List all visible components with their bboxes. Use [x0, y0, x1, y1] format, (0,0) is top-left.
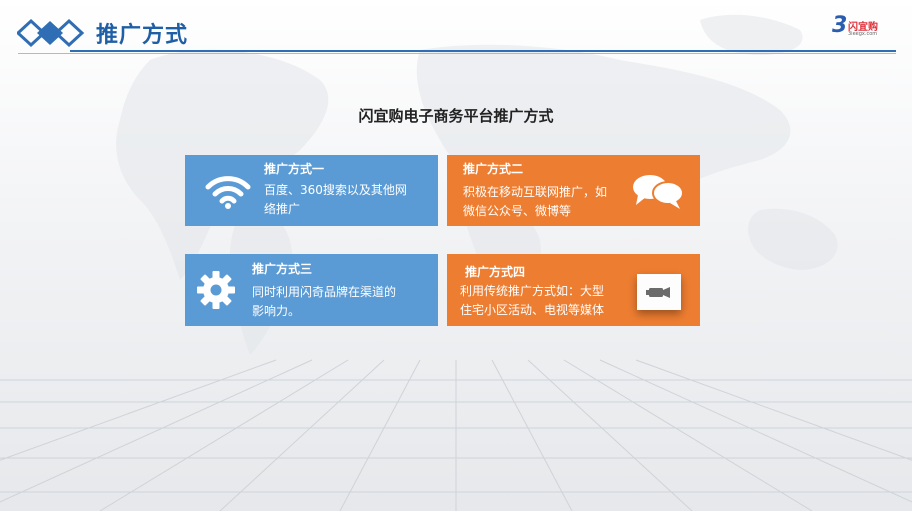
chat-bubbles-icon — [633, 175, 684, 209]
promo-card-1: 推广方式一 百度、360搜索以及其他网 络推广 — [185, 155, 438, 226]
card-description-line2: 影响力。 — [252, 304, 301, 318]
card-title: 推广方式三 — [252, 262, 313, 276]
floor-grid-background — [0, 359, 912, 511]
diamond-logo-icon — [17, 18, 85, 48]
page-title: 推广方式 — [96, 23, 189, 48]
card-description-line1: 积极在移动互联网推广，如 — [463, 185, 608, 199]
brand-url: 3ieegx.com — [848, 31, 878, 37]
card-title: 推广方式二 — [463, 162, 524, 176]
promo-card-2: 推广方式二 积极在移动互联网推广，如 微信公众号、微博等 — [447, 155, 700, 226]
card-description-line1: 利用传统推广方式如：大型 — [460, 284, 605, 298]
card-description-line2: 络推广 — [264, 202, 301, 216]
video-camera-icon — [637, 274, 681, 310]
card-description-line1: 百度、360搜索以及其他网 — [264, 183, 407, 197]
card-description-line1: 同时利用闪奇品牌在渠道的 — [252, 285, 397, 299]
gear-icon — [197, 271, 235, 309]
promo-card-4: 推广方式四 利用传统推广方式如：大型 住宅小区活动、电视等媒体 — [447, 254, 700, 326]
header-divider-thin — [18, 53, 896, 54]
promo-card-3: 推广方式三 同时利用闪奇品牌在渠道的 影响力。 — [185, 254, 438, 326]
card-description-line2: 住宅小区活动、电视等媒体 — [460, 303, 605, 317]
card-title: 推广方式一 — [264, 162, 325, 176]
header-divider — [70, 50, 896, 52]
section-heading: 闪宜购电子商务平台推广方式 — [358, 107, 554, 125]
card-description-line2: 微信公众号、微博等 — [463, 204, 572, 218]
card-title: 推广方式四 — [465, 265, 526, 279]
wifi-icon — [205, 176, 251, 209]
brand-mark-icon: 3 — [832, 13, 848, 38]
